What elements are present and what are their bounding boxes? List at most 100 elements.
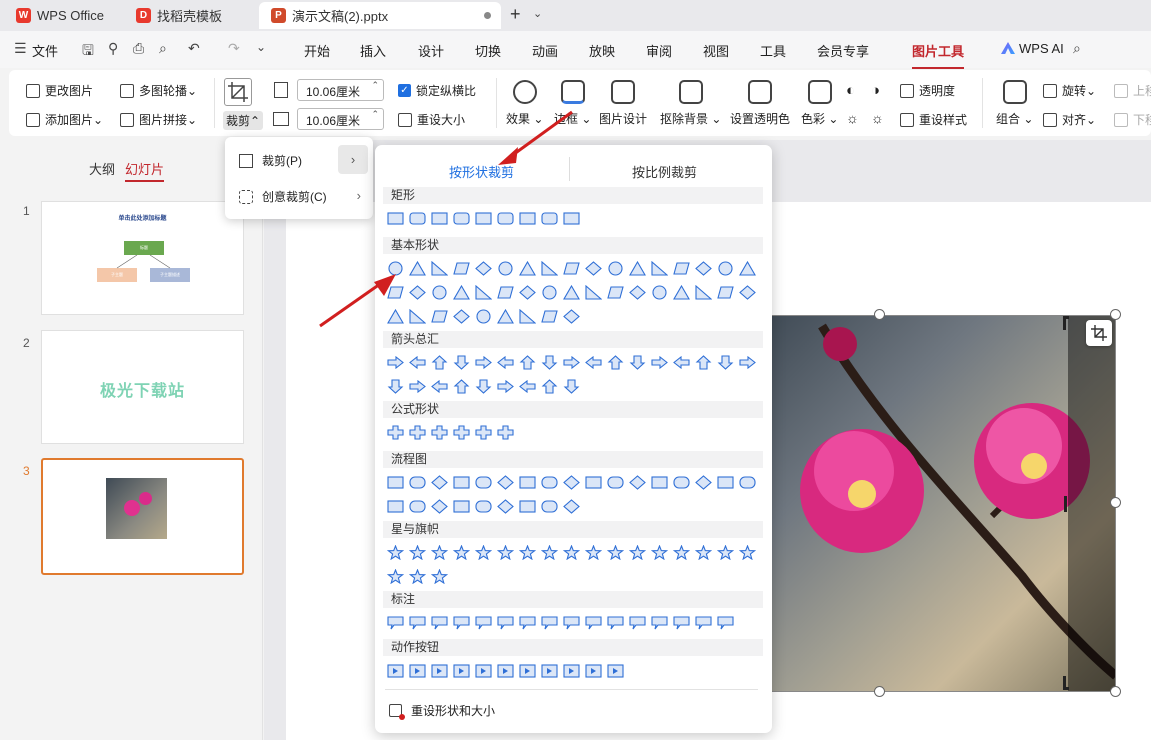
undo-icon[interactable]: ↶ (188, 40, 200, 57)
shape-option[interactable] (475, 475, 492, 490)
menu-file[interactable]: 文件 (32, 41, 58, 60)
shape-option[interactable] (387, 379, 404, 394)
change-picture-button[interactable]: 更改图片 (26, 82, 93, 99)
menu-picture-tools[interactable]: 图片工具 (912, 41, 965, 69)
shape-option[interactable] (409, 261, 426, 276)
shape-option[interactable] (387, 499, 404, 514)
shape-option[interactable] (497, 261, 514, 276)
contrast-down-icon[interactable]: ☼ (871, 110, 884, 126)
menu-view[interactable]: 视图 (703, 41, 729, 60)
shape-option[interactable] (541, 379, 558, 394)
shape-option[interactable] (497, 615, 514, 630)
shape-option[interactable] (431, 309, 448, 324)
shape-option[interactable] (409, 499, 426, 514)
shape-option[interactable] (475, 663, 492, 678)
shape-option[interactable] (475, 425, 492, 440)
shape-option[interactable] (431, 355, 448, 370)
shape-option[interactable] (651, 475, 668, 490)
color-button[interactable]: 色彩 ⌄ (801, 80, 838, 127)
shape-option[interactable] (453, 499, 470, 514)
shape-option[interactable] (563, 309, 580, 324)
shape-option[interactable] (563, 663, 580, 678)
print-preview-icon[interactable]: ⌕ (159, 40, 167, 57)
shape-option[interactable] (717, 355, 734, 370)
shape-option[interactable] (739, 261, 756, 276)
shape-option[interactable] (717, 261, 734, 276)
crop-handle[interactable] (1063, 316, 1069, 330)
tab-crop-by-ratio[interactable]: 按比例裁剪 (632, 162, 697, 181)
shape-option[interactable] (651, 545, 668, 560)
tab-slides[interactable]: 幻灯片 (125, 159, 165, 182)
shape-option[interactable] (739, 545, 756, 560)
picture-join-button[interactable]: 图片拼接 ⌄ (120, 111, 197, 128)
shape-option[interactable] (387, 425, 404, 440)
shape-option[interactable] (497, 425, 514, 440)
floating-crop-button[interactable] (1086, 320, 1112, 346)
shape-option[interactable] (541, 475, 558, 490)
shape-option[interactable] (409, 663, 426, 678)
crop-submenu-arrow[interactable]: › (338, 145, 368, 174)
shape-option[interactable] (497, 211, 514, 226)
crop-dropdown-button[interactable]: 裁剪 ⌃ (223, 111, 264, 130)
shape-option[interactable] (519, 545, 536, 560)
shape-option[interactable] (739, 475, 756, 490)
shape-option[interactable] (475, 379, 492, 394)
reset-shape-button[interactable]: 重设形状和大小 (389, 702, 495, 720)
redo-icon[interactable]: ↷ (228, 40, 240, 57)
shape-option[interactable] (431, 425, 448, 440)
creative-crop-menu-item[interactable]: 创意裁剪(C) (239, 188, 327, 205)
shape-option[interactable] (695, 475, 712, 490)
shape-option[interactable] (497, 355, 514, 370)
shape-option[interactable] (519, 261, 536, 276)
shape-option[interactable] (453, 285, 470, 300)
shape-option[interactable] (563, 285, 580, 300)
shape-option[interactable] (409, 379, 426, 394)
shape-option[interactable] (453, 261, 470, 276)
lock-ratio-checkbox[interactable]: ✓ 锁定纵横比 (398, 82, 476, 99)
resize-handle[interactable] (1110, 309, 1121, 320)
shape-option[interactable] (585, 261, 602, 276)
shape-option[interactable] (409, 309, 426, 324)
shape-option[interactable] (629, 355, 646, 370)
shape-option[interactable] (541, 309, 558, 324)
shape-option[interactable] (629, 545, 646, 560)
shape-option[interactable] (563, 499, 580, 514)
tab-template[interactable]: D 找稻壳模板 (124, 2, 256, 29)
set-transparent-button[interactable]: 设置透明色 (730, 80, 790, 127)
shape-option[interactable] (629, 285, 646, 300)
add-picture-button[interactable]: 添加图片 ⌄ (26, 111, 103, 128)
shape-option[interactable] (431, 545, 448, 560)
shape-option[interactable] (431, 285, 448, 300)
shape-option[interactable] (409, 211, 426, 226)
shape-option[interactable] (651, 261, 668, 276)
shape-option[interactable] (387, 475, 404, 490)
menu-design[interactable]: 设计 (418, 41, 444, 60)
shape-option[interactable] (717, 285, 734, 300)
shape-option[interactable] (409, 615, 426, 630)
shape-option[interactable] (695, 615, 712, 630)
shape-option[interactable] (453, 211, 470, 226)
shape-option[interactable] (409, 545, 426, 560)
shape-option[interactable] (541, 355, 558, 370)
crop-handle[interactable] (1063, 676, 1069, 690)
shape-option[interactable] (739, 285, 756, 300)
shape-option[interactable] (585, 355, 602, 370)
shape-option[interactable] (475, 499, 492, 514)
move-up-button[interactable]: 上移 (1114, 82, 1151, 99)
picture-design-button[interactable]: 图片设计 (599, 80, 647, 127)
shape-option[interactable] (497, 285, 514, 300)
shape-option[interactable] (453, 663, 470, 678)
transparency-button[interactable]: 透明度 (900, 82, 955, 99)
shape-option[interactable] (475, 615, 492, 630)
shape-option[interactable] (563, 475, 580, 490)
menu-slideshow[interactable]: 放映 (589, 41, 615, 60)
shape-option[interactable] (475, 355, 492, 370)
shape-option[interactable] (497, 663, 514, 678)
shape-option[interactable] (387, 211, 404, 226)
shape-option[interactable] (409, 475, 426, 490)
shape-option[interactable] (585, 545, 602, 560)
slide-thumbnail-1[interactable]: 单击此处添加标题 标题 子主题 子主题描述 (41, 201, 244, 315)
shape-option[interactable] (497, 379, 514, 394)
print-icon[interactable]: ⎙ (133, 40, 144, 57)
more-chevron-icon[interactable]: ⌄ (256, 40, 266, 54)
